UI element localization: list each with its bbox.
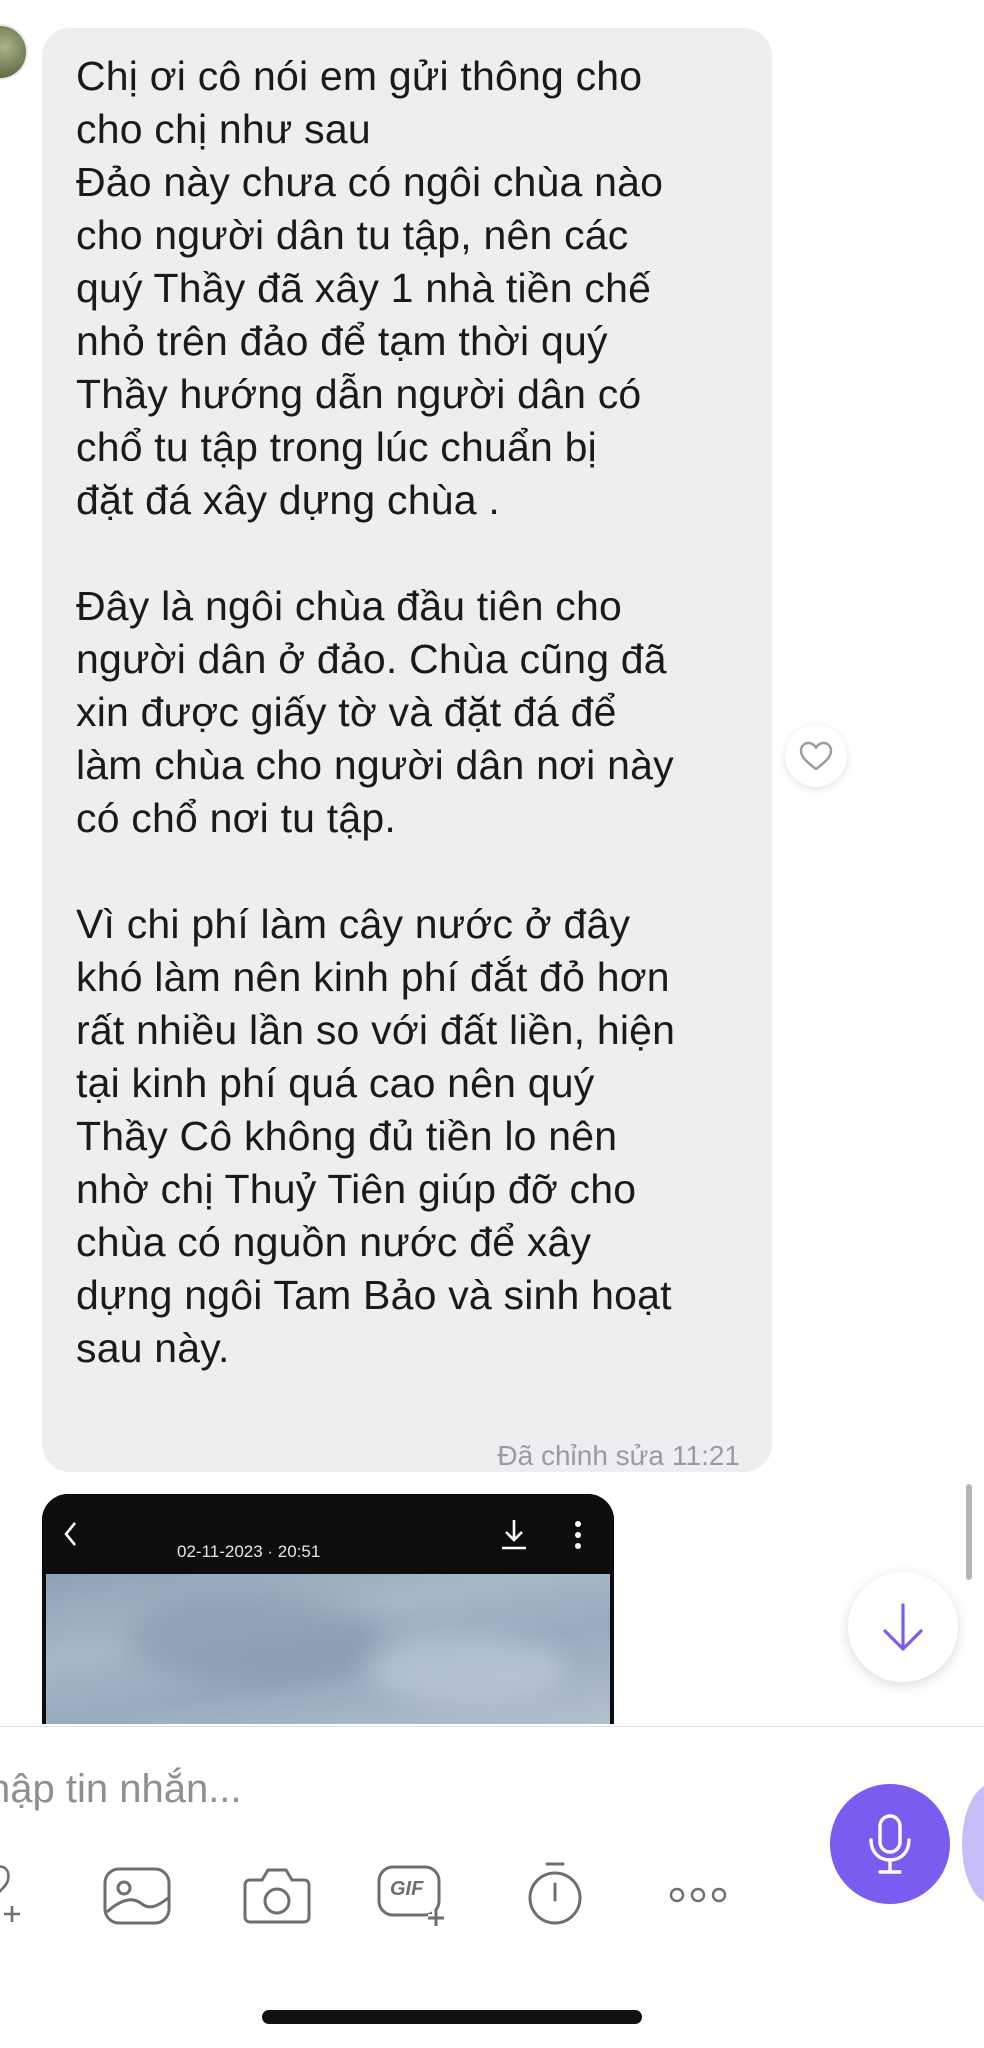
message-text: Chị ơi cô nói em gửi thông cho cho chị n… (76, 53, 676, 1371)
image-message[interactable]: 02-11-2023 · 20:51 (42, 1494, 614, 1724)
voice-record-button[interactable] (830, 1784, 950, 1904)
gif-label: GIF (390, 1878, 424, 1900)
edited-label: Đã chỉnh sửa (497, 1440, 664, 1471)
photo-cloud (366, 1634, 566, 1704)
timer-icon[interactable] (526, 1860, 584, 1928)
more-options-icon[interactable] (668, 1886, 728, 1904)
message-input[interactable] (0, 1758, 770, 1820)
back-icon[interactable] (58, 1516, 82, 1552)
scroll-to-bottom-button[interactable] (848, 1572, 958, 1682)
heart-icon (799, 741, 833, 771)
add-contact-icon[interactable] (0, 1862, 30, 1924)
home-indicator (262, 2010, 642, 2024)
secondary-action-button[interactable] (962, 1784, 984, 1904)
download-icon[interactable] (497, 1516, 531, 1554)
image-date-time: 02-11-2023 · 20:51 (177, 1542, 321, 1561)
camera-icon[interactable] (242, 1864, 312, 1926)
composer-divider (0, 1726, 984, 1727)
arrow-down-icon (883, 1603, 923, 1651)
gif-button[interactable]: GIF (376, 1864, 452, 1928)
gallery-icon[interactable] (102, 1866, 172, 1926)
more-vertical-icon[interactable] (572, 1516, 584, 1554)
microphone-icon (869, 1814, 911, 1874)
scrollbar-thumb[interactable] (966, 1484, 972, 1580)
message-time: 11:21 (672, 1440, 740, 1471)
image-toolbar: 02-11-2023 · 20:51 (42, 1494, 614, 1574)
image-photo[interactable] (46, 1574, 610, 1724)
react-heart-button[interactable] (785, 725, 847, 787)
photo-cloud (126, 1594, 386, 1684)
sender-avatar[interactable] (0, 24, 28, 80)
message-meta: Đã chỉnh sửa 11:21 (489, 1440, 740, 1472)
